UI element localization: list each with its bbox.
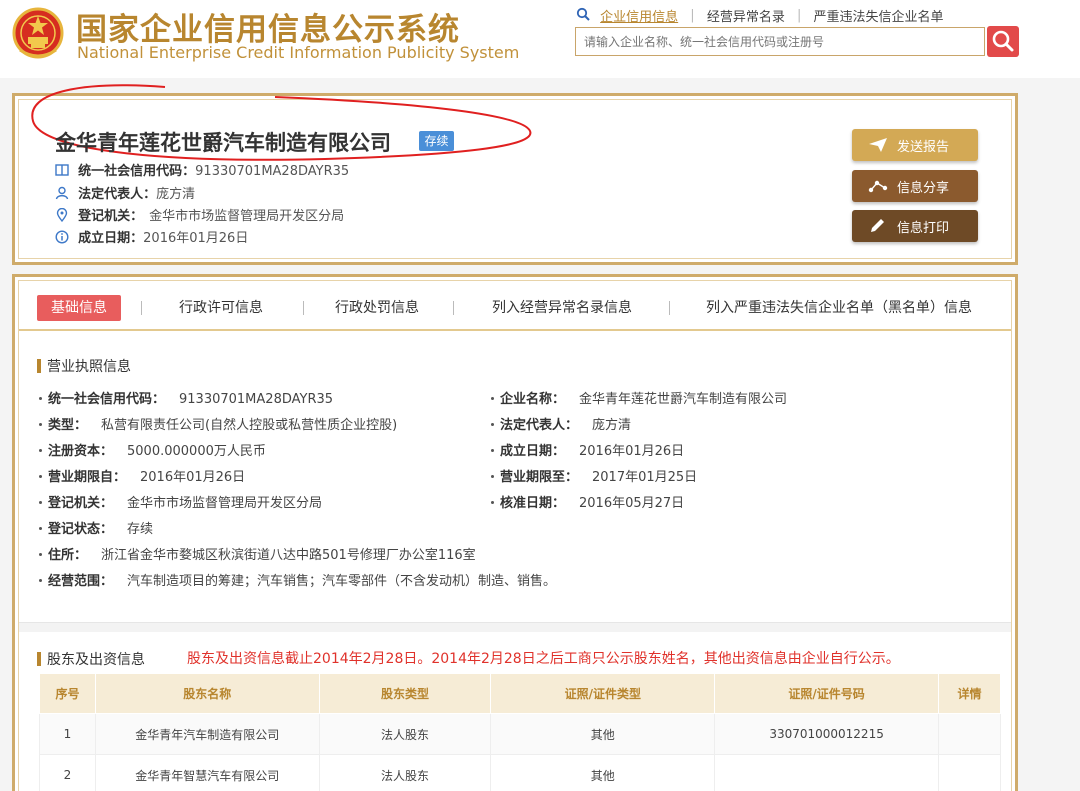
cell-id-number: 330701000012215	[714, 713, 940, 755]
company-name: 金华青年莲花世爵汽车制造有限公司	[55, 131, 391, 155]
top-navigation: 企业信用信息 | 经营异常名录 | 严重违法失信企业名单	[576, 6, 944, 25]
table-header-row: 序号 股东名称 股东类型 证照/证件类型 证照/证件号码 详情	[39, 673, 1001, 714]
cell-id-number	[714, 754, 940, 791]
search-box	[575, 27, 985, 56]
site-header: 国家企业信用信息公示系统 National Enterprise Credit …	[0, 0, 1080, 78]
nav-separator: |	[690, 8, 695, 23]
col-id-type: 证照/证件类型	[490, 673, 716, 714]
field-registered-capital: 注册资本： 5000.000000万人民币	[39, 440, 266, 459]
field-address: 住所： 浙江省金华市婺城区秋滨街道八达中路501号修理厂办公室116室	[39, 544, 476, 563]
tab-separator	[669, 301, 670, 315]
shareholder-table: 序号 股东名称 股东类型 证照/证件类型 证照/证件号码 详情 1 金华青年汽车…	[39, 673, 1001, 791]
table-row: 1 金华青年汽车制造有限公司 法人股东 其他 330701000012215	[39, 713, 1001, 755]
legal-rep-line: 法定代表人：庞方清	[55, 183, 195, 202]
cell-id-type: 其他	[490, 754, 716, 791]
field-registration-authority: 登记机关： 金华市市场监督管理局开发区分局	[39, 492, 322, 511]
field-business-scope: 经营范围： 汽车制造项目的筹建；汽车销售；汽车零部件（不含发动机）制造、销售。	[39, 570, 556, 589]
details-panel: 基础信息 行政许可信息 行政处罚信息 列入经营异常名录信息 列入严重违法失信企业…	[12, 274, 1018, 791]
paper-plane-icon	[869, 138, 887, 152]
authority-line: 登记机关： 金华市市场监督管理局开发区分局	[55, 205, 344, 224]
field-founded-date: 成立日期： 2016年01月26日	[491, 440, 684, 459]
pencil-icon	[871, 219, 884, 232]
national-emblem-icon	[12, 7, 64, 59]
field-legal-rep: 法定代表人： 庞方清	[491, 414, 631, 433]
cell-shareholder-name: 金华青年智慧汽车有限公司	[94, 754, 320, 791]
founded-line: 成立日期：2016年01月26日	[55, 227, 248, 246]
tab-abnormal-list[interactable]: 列入经营异常名录信息	[492, 295, 632, 321]
tab-blacklist[interactable]: 列入严重违法失信企业名单（黑名单）信息	[706, 295, 972, 321]
person-icon	[55, 186, 69, 200]
authority-value: 金华市市场监督管理局开发区分局	[149, 209, 345, 224]
print-info-label: 信息打印	[897, 220, 950, 236]
cell-shareholder-type: 法人股东	[318, 713, 492, 755]
field-credit-code: 统一社会信用代码： 91330701MA28DAYR35	[39, 388, 333, 407]
status-badge: 存续	[419, 131, 454, 151]
col-id-number: 证照/证件号码	[714, 673, 940, 714]
field-term-from: 营业期限自： 2016年01月26日	[39, 466, 245, 485]
field-company-name: 企业名称： 金华青年莲花世爵汽车制造有限公司	[491, 388, 787, 407]
cell-details[interactable]	[938, 754, 1001, 791]
license-section-title: 营业执照信息	[37, 356, 131, 376]
field-approval-date: 核准日期： 2016年05月27日	[491, 492, 684, 511]
cell-index: 1	[39, 713, 96, 755]
cell-shareholder-type: 法人股东	[318, 754, 492, 791]
share-info-button[interactable]: 信息分享	[852, 170, 978, 202]
field-term-to: 营业期限至： 2017年01月25日	[491, 466, 697, 485]
section-divider	[19, 622, 1011, 632]
cell-id-type: 其他	[490, 713, 716, 755]
search-button[interactable]	[987, 26, 1019, 57]
location-pin-icon	[56, 208, 68, 222]
cell-shareholder-name: 金华青年汽车制造有限公司	[94, 713, 320, 755]
share-info-label: 信息分享	[897, 180, 950, 196]
company-summary-card: 金华青年莲花世爵汽车制造有限公司 存续 统一社会信用代码：91330701MA2…	[12, 84, 1018, 265]
founded-label: 成立日期：	[78, 231, 144, 246]
field-type: 类型： 私营有限责任公司(自然人控股或私营性质企业控股)	[39, 414, 397, 433]
shareholder-section-title: 股东及出资信息	[37, 649, 145, 669]
nav-enterprise-credit[interactable]: 企业信用信息	[600, 6, 678, 25]
nav-blacklist[interactable]: 严重违法失信企业名单	[814, 6, 944, 25]
col-index: 序号	[39, 673, 96, 714]
tab-separator	[303, 301, 304, 315]
table-row: 2 金华青年智慧汽车有限公司 法人股东 其他	[39, 754, 1001, 791]
founded-value: 2016年01月26日	[143, 231, 249, 246]
credit-code-label: 统一社会信用代码：	[78, 164, 196, 179]
search-input[interactable]	[576, 28, 984, 55]
field-registration-status: 登记状态： 存续	[39, 518, 153, 537]
send-report-button[interactable]: 发送报告	[852, 129, 978, 161]
info-circle-icon	[55, 230, 69, 244]
tab-basic-info[interactable]: 基础信息	[37, 295, 121, 321]
print-info-button[interactable]: 信息打印	[852, 210, 978, 242]
panel-inner: 基础信息 行政许可信息 行政处罚信息 列入经营异常名录信息 列入严重违法失信企业…	[18, 280, 1012, 791]
col-shareholder-name: 股东名称	[94, 673, 320, 714]
search-small-icon	[576, 7, 590, 25]
legal-rep-label: 法定代表人：	[78, 187, 157, 202]
tab-separator	[141, 301, 142, 315]
send-report-label: 发送报告	[897, 139, 950, 155]
authority-label: 登记机关：	[78, 209, 144, 224]
legal-rep-value: 庞方清	[156, 187, 196, 202]
book-icon	[55, 164, 69, 176]
cell-details[interactable]	[938, 713, 1001, 755]
cell-index: 2	[39, 754, 96, 791]
col-details: 详情	[938, 673, 1001, 714]
info-tabs: 基础信息 行政许可信息 行政处罚信息 列入经营异常名录信息 列入严重违法失信企业…	[19, 281, 1011, 331]
tab-admin-penalty[interactable]: 行政处罚信息	[335, 295, 419, 321]
shareholder-notice: 股东及出资信息截止2014年2月28日。2014年2月28日之后工商只公示股东姓…	[187, 651, 900, 667]
tab-separator	[453, 301, 454, 315]
nav-separator: |	[796, 8, 802, 23]
credit-code-value: 91330701MA28DAYR35	[195, 164, 350, 179]
credit-code-line: 统一社会信用代码：91330701MA28DAYR35	[55, 160, 349, 179]
share-icon	[868, 180, 888, 193]
site-title-english: National Enterprise Credit Information P…	[77, 43, 520, 62]
magnifier-icon	[992, 30, 1014, 52]
tab-admin-license[interactable]: 行政许可信息	[179, 295, 263, 321]
col-shareholder-type: 股东类型	[318, 673, 492, 714]
nav-abnormal-list[interactable]: 经营异常名录	[707, 6, 785, 25]
